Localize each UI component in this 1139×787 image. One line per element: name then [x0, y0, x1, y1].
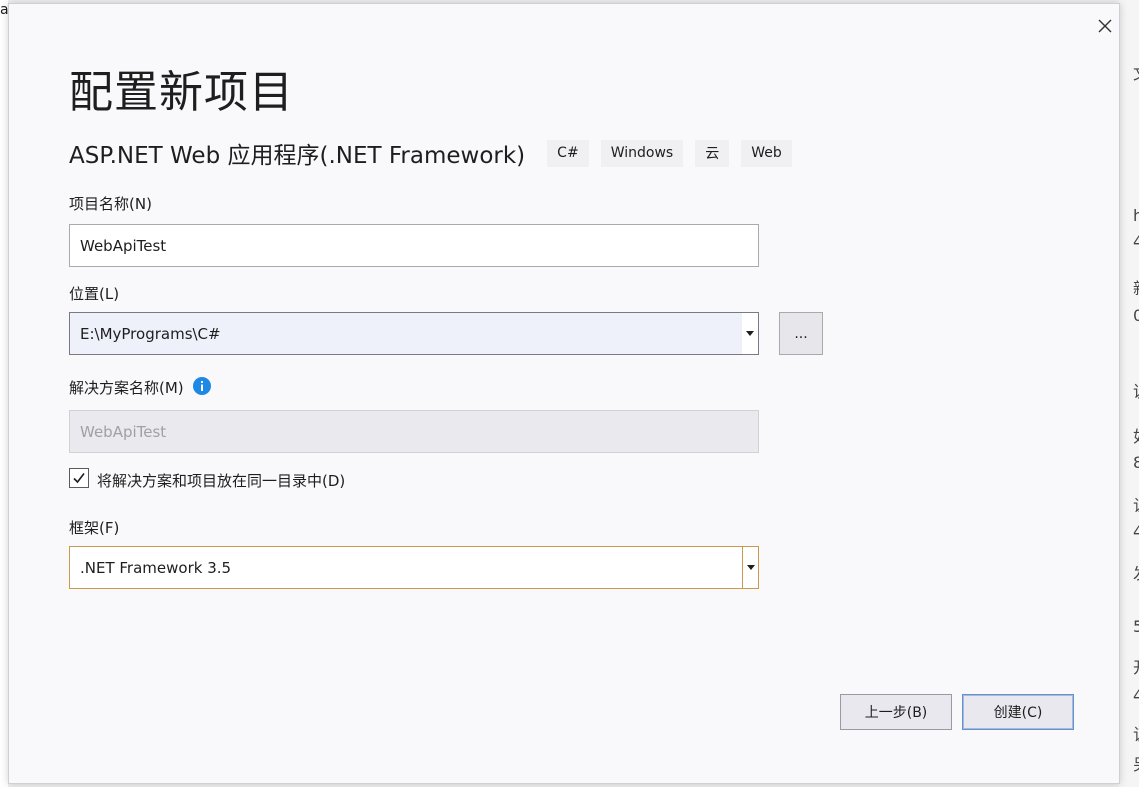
background-text: 该 — [1133, 721, 1139, 745]
solution-name-label: 解决方案名称(M) — [69, 379, 184, 397]
chevron-down-icon — [746, 565, 755, 570]
background-text: 4 — [1133, 522, 1139, 541]
dialog-title: 配置新项目 — [69, 67, 294, 118]
chevron-down-icon — [746, 331, 754, 336]
same-directory-checkbox[interactable] — [69, 468, 89, 488]
checkmark-icon — [73, 473, 85, 484]
background-text: 4 — [1133, 232, 1139, 251]
project-name-value: WebApiTest — [80, 236, 167, 255]
background-right-pane: 文 h 4 新 0 说如 8 让 4 发 5 开 4 该另 — [1119, 0, 1139, 787]
background-text: 说 — [1133, 378, 1139, 402]
background-text: 5 — [1133, 617, 1139, 636]
background-text: 如 — [1133, 423, 1139, 447]
background-text: 文 — [1133, 60, 1139, 84]
background-text: 4 — [1133, 686, 1139, 705]
close-icon — [1098, 19, 1112, 33]
template-name: ASP.NET Web 应用程序(.NET Framework) — [69, 143, 526, 169]
back-button[interactable]: 上一步(B) — [840, 694, 952, 730]
same-directory-label[interactable]: 将解决方案和项目放在同一目录中(D) — [97, 470, 345, 491]
tag-platform: Windows — [600, 139, 684, 167]
location-value: E:\MyPrograms\C# — [80, 324, 221, 343]
browse-button[interactable]: ... — [779, 312, 823, 355]
location-dropdown-button[interactable] — [742, 313, 758, 354]
info-icon[interactable] — [193, 377, 211, 395]
template-header: ASP.NET Web 应用程序(.NET Framework) C# Wind… — [69, 138, 792, 169]
background-text: 发 — [1133, 560, 1139, 584]
framework-value: .NET Framework 3.5 — [80, 558, 232, 577]
location-label: 位置(L) — [69, 285, 120, 303]
project-name-input[interactable]: WebApiTest — [69, 224, 759, 267]
create-button[interactable]: 创建(C) — [962, 694, 1074, 730]
project-name-label: 项目名称(N) — [69, 195, 152, 213]
solution-name-input: WebApiTest — [69, 410, 759, 453]
tag-cloud: 云 — [695, 139, 730, 167]
close-button[interactable] — [1093, 14, 1117, 38]
solution-name-value: WebApiTest — [80, 422, 167, 441]
framework-dropdown-button[interactable] — [742, 547, 758, 588]
background-text: 0 — [1133, 306, 1139, 325]
configure-project-dialog: 配置新项目 ASP.NET Web 应用程序(.NET Framework) C… — [8, 3, 1120, 784]
background-text: 另 — [1133, 751, 1139, 775]
background-text: h — [1133, 206, 1139, 225]
framework-label: 框架(F) — [69, 519, 120, 537]
background-text: 8 — [1133, 453, 1139, 472]
tag-language: C# — [547, 139, 589, 167]
background-text: 开 — [1133, 654, 1139, 678]
tag-web: Web — [741, 139, 792, 167]
background-text: 新 — [1133, 275, 1139, 299]
background-text: 让 — [1133, 492, 1139, 516]
location-combobox[interactable]: E:\MyPrograms\C# — [69, 312, 759, 355]
framework-select[interactable]: .NET Framework 3.5 — [69, 546, 759, 589]
background-window — [0, 0, 8, 787]
